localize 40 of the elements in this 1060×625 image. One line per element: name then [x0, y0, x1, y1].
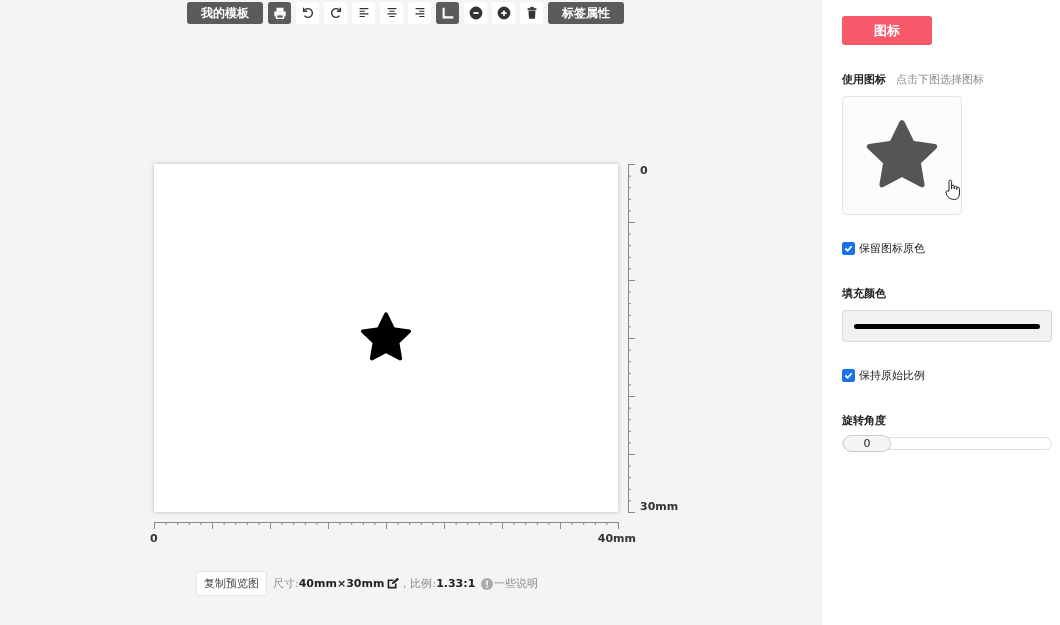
note-text: 一些说明: [494, 576, 539, 591]
fill-color-label: 填充颜色: [842, 286, 886, 301]
icon-label: 使用图标: [842, 72, 886, 87]
toolbar-button[interactable]: [324, 2, 347, 24]
toolbar-button[interactable]: [380, 2, 403, 24]
icon-hint: 点击下图选择图标: [896, 72, 984, 87]
toolbar-button[interactable]: [464, 2, 487, 24]
copy-preview-button[interactable]: 复制预览图: [196, 571, 267, 596]
size-text: 尺寸:40mm×30mm: [273, 576, 385, 591]
plus-circle-icon: [496, 6, 511, 20]
toolbar-button[interactable]: [408, 2, 431, 24]
slider-thumb[interactable]: 0: [843, 435, 891, 452]
ruler-label: 40mm: [597, 532, 636, 545]
redo-icon: [328, 6, 343, 20]
toolbar-button[interactable]: 我的模板: [187, 2, 263, 24]
keep-ratio-checkbox[interactable]: 保持原始比例: [842, 368, 925, 383]
ruler-label: 0: [640, 164, 649, 177]
rotate-label: 旋转角度: [842, 413, 886, 428]
ruler-label: 30mm: [640, 500, 679, 513]
fill-color-field[interactable]: [842, 310, 1052, 342]
check-icon: [844, 371, 853, 380]
undo-icon: [300, 6, 315, 20]
toolbar-button[interactable]: 标签属性: [548, 2, 624, 24]
check-icon: [844, 244, 853, 253]
icon-picker[interactable]: [842, 96, 962, 215]
toolbar-button[interactable]: [268, 2, 291, 24]
keep-color-checkbox[interactable]: 保留图标原色: [842, 241, 925, 256]
toolbar-button[interactable]: [296, 2, 319, 24]
corner-icon: [440, 6, 455, 20]
ruler-label: 0: [150, 532, 158, 545]
toolbar-button[interactable]: [436, 2, 459, 24]
info-icon: [481, 577, 494, 590]
toolbar-button[interactable]: [492, 2, 515, 24]
minus-circle-icon: [468, 6, 483, 20]
edit-icon[interactable]: [386, 577, 400, 590]
print-icon: [272, 6, 287, 20]
toolbar-button[interactable]: [520, 2, 543, 24]
ratio-text: ，比例:1.33:1: [399, 576, 476, 591]
hand-cursor-icon: [945, 179, 961, 201]
toolbar-button[interactable]: [352, 2, 375, 24]
